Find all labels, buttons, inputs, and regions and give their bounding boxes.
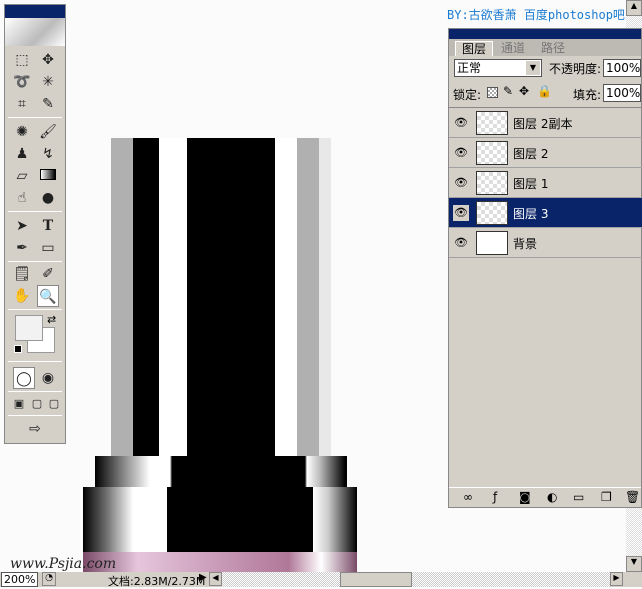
quick-mask-icon[interactable]: ◉ <box>37 367 59 389</box>
screen-mode-full-menu-icon[interactable]: ▢ <box>28 393 46 415</box>
new-layer-icon[interactable]: ❐ <box>601 490 612 504</box>
screen-mode-full-icon[interactable]: ▢ <box>45 393 63 415</box>
toolbox: ⬚ ✥ ➰ ✳ ⌗ ✎ ✺ 🖌 ♟ ↯ ▱ ☝ ● ➤ T ✒ ▭ 🗒 ✐ ✋ … <box>4 4 66 444</box>
link-icon[interactable]: ∞ <box>463 490 473 504</box>
blend-mode-select[interactable]: 正常 ▼ <box>454 59 542 77</box>
layer-row-selected[interactable]: 👁 图层 3 <box>449 198 642 228</box>
column-base-pink <box>83 552 357 572</box>
column-top <box>111 138 331 456</box>
layer-thumbnail <box>476 111 508 135</box>
jump-to-imageready-icon[interactable]: ⇨ <box>13 418 57 440</box>
notes-tool-icon[interactable]: 🗒 <box>11 263 33 285</box>
eye-icon[interactable]: 👁 <box>453 145 469 161</box>
type-tool-icon[interactable]: T <box>37 215 59 237</box>
scrollbar-horizontal[interactable] <box>222 572 610 587</box>
tab-paths[interactable]: 路径 <box>535 41 571 56</box>
layer-thumbnail <box>476 231 508 255</box>
layer-row[interactable]: 👁 背景 <box>449 228 642 258</box>
mask-icon[interactable]: ◙ <box>519 490 531 504</box>
fill-label: 填充: <box>573 88 602 102</box>
scroll-up-button[interactable]: ▲ <box>626 0 642 16</box>
lock-move-icon[interactable]: ✥ <box>519 84 529 98</box>
eraser-tool-icon[interactable]: ▱ <box>11 165 33 187</box>
zoom-input[interactable]: 200% <box>1 572 38 587</box>
status-bar: 200% ◔ 文档:2.83M/2.73M ▶ ◀ ▶ <box>0 572 642 588</box>
marquee-tool-icon[interactable]: ⬚ <box>11 49 33 71</box>
default-colors-icon[interactable] <box>14 345 22 353</box>
opacity-label: 不透明度: <box>549 62 602 76</box>
eye-icon[interactable]: 👁 <box>453 115 469 131</box>
panel-footer: ∞ ƒ ◙ ◐ ▭ ❐ 🗑 <box>449 487 641 507</box>
layer-style-icon[interactable]: ƒ <box>493 490 497 504</box>
column-tier-1 <box>95 456 347 487</box>
hand-tool-icon[interactable]: ✋ <box>11 285 33 307</box>
tab-layers[interactable]: 图层 <box>455 41 494 56</box>
screen-mode-standard-icon[interactable]: ▣ <box>10 393 28 415</box>
tab-channels[interactable]: 通道 <box>495 41 531 56</box>
scroll-down-button[interactable]: ▼ <box>626 556 642 572</box>
adjustment-icon[interactable]: ◐ <box>547 490 557 504</box>
feather-logo <box>5 18 65 46</box>
magic-wand-icon[interactable]: ✳ <box>37 71 59 93</box>
layer-thumbnail <box>476 201 508 225</box>
scroll-left-button[interactable]: ◀ <box>209 572 222 586</box>
eye-icon[interactable]: 👁 <box>453 235 469 251</box>
layers-panel: 图层 通道 路径 正常 ▼ 不透明度: 100% 锁定: ✎ ✥ 🔒 填充: 1… <box>448 28 642 508</box>
smudge-tool-icon[interactable]: ☝ <box>11 187 33 209</box>
lock-paint-icon[interactable]: ✎ <box>503 84 513 98</box>
healing-brush-icon[interactable]: ✺ <box>11 121 33 143</box>
folder-icon[interactable]: ▭ <box>573 490 584 504</box>
lock-label: 锁定: <box>453 88 482 102</box>
opacity-input[interactable]: 100% <box>603 59 641 77</box>
trash-icon[interactable]: 🗑 <box>625 490 640 504</box>
panel-title-bar[interactable] <box>449 29 641 39</box>
credit-text: BY:古欲香萧 百度photoshop吧 <box>447 8 625 22</box>
eye-icon[interactable]: 👁 <box>453 175 469 191</box>
brush-tool-icon[interactable]: 🖌 <box>37 121 59 143</box>
layer-row[interactable]: 👁 图层 2副本 <box>449 108 642 138</box>
move-tool-icon[interactable]: ✥ <box>37 49 59 71</box>
status-menu-icon[interactable]: ◔ <box>42 572 56 586</box>
stamp-tool-icon[interactable]: ♟ <box>11 143 33 165</box>
zoom-tool-icon[interactable]: 🔍 <box>37 285 59 307</box>
toolbox-title-bar[interactable] <box>5 5 65 18</box>
burn-tool-icon[interactable]: ● <box>37 187 59 209</box>
chevron-down-icon: ▼ <box>526 61 540 75</box>
eye-icon[interactable]: 👁 <box>453 205 469 221</box>
eyedropper-icon[interactable]: ✐ <box>37 263 59 285</box>
gradient-tool-icon[interactable] <box>37 165 59 187</box>
fill-input[interactable]: 100% <box>603 84 641 102</box>
watermark: www.Psjia.com <box>10 556 117 572</box>
scroll-thumb[interactable] <box>340 572 412 587</box>
column-tier-2 <box>83 487 357 552</box>
layer-row[interactable]: 👁 图层 1 <box>449 168 642 198</box>
panel-tabs: 图层 通道 路径 <box>449 39 641 56</box>
crop-tool-icon[interactable]: ⌗ <box>11 93 33 115</box>
lasso-tool-icon[interactable]: ➰ <box>11 71 33 93</box>
layer-row[interactable]: 👁 图层 2 <box>449 138 642 168</box>
status-arrow-icon[interactable]: ▶ <box>199 572 207 583</box>
slice-tool-icon[interactable]: ✎ <box>37 93 59 115</box>
standard-mode-icon[interactable]: ◯ <box>13 367 35 389</box>
lock-transparency-icon[interactable] <box>487 87 498 98</box>
pen-tool-icon[interactable]: ✒ <box>11 237 33 259</box>
history-brush-icon[interactable]: ↯ <box>37 143 59 165</box>
layer-thumbnail <box>476 141 508 165</box>
foreground-color-swatch[interactable] <box>15 315 43 341</box>
lock-all-icon[interactable]: 🔒 <box>537 84 552 98</box>
scroll-right-button[interactable]: ▶ <box>610 572 623 586</box>
swap-colors-icon[interactable]: ⇄ <box>47 313 56 326</box>
shape-tool-icon[interactable]: ▭ <box>37 237 59 259</box>
layer-thumbnail <box>476 171 508 195</box>
path-select-icon[interactable]: ➤ <box>11 215 33 237</box>
